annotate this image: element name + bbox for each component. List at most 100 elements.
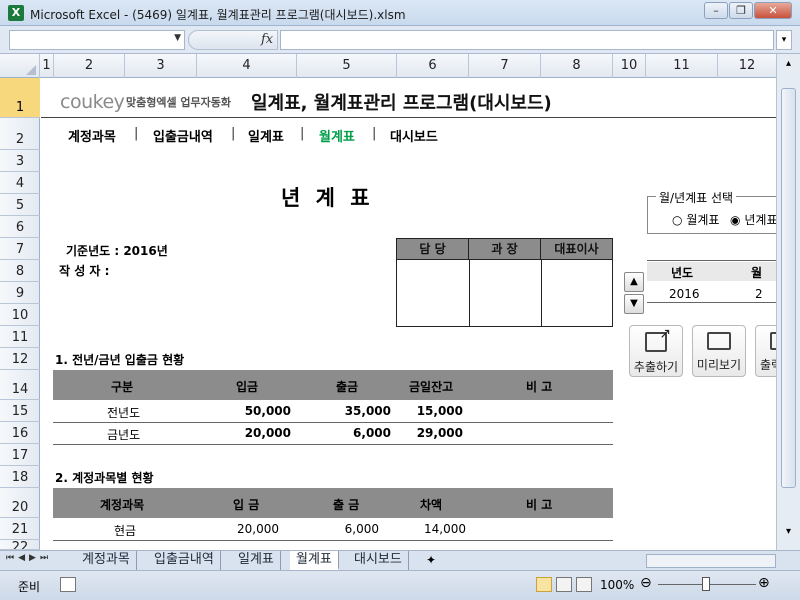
row-header[interactable]: 7 (0, 238, 40, 260)
column-header[interactable]: 1 (40, 54, 54, 78)
column-header[interactable]: 7 (469, 54, 541, 78)
zoom-level[interactable]: 100% (600, 578, 634, 592)
row-header[interactable]: 16 (0, 422, 40, 444)
table-cell[interactable]: 15,000 (403, 404, 463, 418)
table-cell[interactable]: 현금 (114, 522, 136, 539)
zoom-out-icon[interactable]: ⊖ (640, 575, 652, 591)
row-header[interactable]: 18 (0, 466, 40, 488)
vertical-scrollbar[interactable]: ▴ ▾ (776, 54, 800, 550)
row-header[interactable]: 20 (0, 488, 40, 518)
row-header[interactable]: 4 (0, 172, 40, 194)
insert-function-icon[interactable]: fx (261, 32, 273, 47)
zoom-slider-handle[interactable] (702, 577, 710, 591)
table-cell[interactable]: 14,000 (406, 522, 466, 536)
table-cell[interactable]: 35,000 (331, 404, 391, 418)
row-header[interactable]: 21 (0, 518, 40, 540)
insert-sheet-icon[interactable]: ✦ (426, 553, 436, 567)
normal-view-icon[interactable] (536, 577, 552, 592)
table-cell[interactable]: 50,000 (231, 404, 291, 418)
name-box[interactable]: ▼ (9, 30, 185, 50)
extract-button[interactable]: ↗ 추출하기 (629, 325, 683, 377)
table-cell[interactable]: 20,000 (219, 522, 279, 536)
expand-formula-icon[interactable]: ▾ (776, 30, 792, 50)
column-header[interactable]: 3 (125, 54, 197, 78)
row-header[interactable]: 15 (0, 400, 40, 422)
minimize-icon[interactable]: – (704, 2, 728, 19)
radio-empty-icon[interactable]: ○ (672, 213, 682, 227)
sheet-tab-monthly[interactable]: 월계표 (290, 551, 339, 570)
row-header[interactable]: 1 (0, 78, 40, 118)
worksheet[interactable]: coukey 맞춤형엑셀 업무자동화 일계표, 월계표관리 프로그램(대시보드)… (41, 78, 776, 550)
column-header[interactable]: 5 (297, 54, 397, 78)
nav-item-transactions[interactable]: 입출금내역 (153, 126, 213, 145)
section1-col: 비 고 (526, 380, 553, 394)
row-header[interactable]: 22 (0, 540, 40, 550)
nav-item-daily[interactable]: 일계표 (248, 126, 284, 145)
page-break-icon[interactable] (576, 577, 592, 592)
sheet-tab-transactions[interactable]: 입출금내역 (148, 551, 221, 570)
section1-col: 구분 (111, 380, 134, 394)
table-cell[interactable]: 20,000 (231, 426, 291, 440)
section2-col: 차액 (420, 498, 443, 512)
table-cell[interactable]: 29,000 (403, 426, 463, 440)
row-headers: 1 2 3 4 5 6 7 8 9 10 11 12 14 15 16 17 1… (0, 78, 40, 550)
radio-monthly[interactable]: ○ 월계표 (672, 211, 719, 228)
formula-input[interactable] (280, 30, 774, 50)
extract-label: 추출하기 (633, 360, 679, 374)
row-header[interactable]: 10 (0, 304, 40, 326)
page-layout-icon[interactable] (556, 577, 572, 592)
column-header[interactable]: 11 (646, 54, 718, 78)
table-cell[interactable]: 전년도 (107, 404, 140, 421)
row-header[interactable]: 6 (0, 216, 40, 238)
spin-up-icon[interactable]: ▲ (624, 272, 644, 292)
macro-record-icon[interactable] (60, 577, 76, 592)
sheet-tab-bar: ⏮◀▶⏭ 계정과목 입출금내역 일계표 월계표 대시보드 ✦ (0, 550, 800, 570)
row-header[interactable]: 3 (0, 150, 40, 172)
row-header[interactable]: 12 (0, 348, 40, 370)
radio-checked-icon[interactable]: ◉ (730, 213, 740, 227)
column-header[interactable]: 10 (613, 54, 646, 78)
table-cell[interactable]: 금년도 (107, 426, 140, 443)
chevron-down-icon[interactable]: ▼ (174, 33, 181, 43)
sheet-tab-daily[interactable]: 일계표 (232, 551, 281, 570)
column-header[interactable]: 6 (397, 54, 469, 78)
print-button[interactable]: 출력 (755, 325, 776, 377)
preview-button[interactable]: 미리보기 (692, 325, 746, 377)
report-title: 년 계 표 (281, 186, 374, 210)
section2-col: 계정과목 (100, 498, 145, 512)
row-header[interactable]: 11 (0, 326, 40, 348)
logo-tagline: 맞춤형엑셀 업무자동화 (126, 96, 232, 109)
nav-item-accounts[interactable]: 계정과목 (68, 126, 116, 145)
nav-item-dashboard[interactable]: 대시보드 (390, 126, 438, 145)
row-header[interactable]: 14 (0, 370, 40, 400)
column-header[interactable]: 4 (197, 54, 297, 78)
radio-yearly[interactable]: ◉ 년계표 (730, 211, 776, 228)
column-header[interactable]: 12 (718, 54, 776, 78)
close-icon[interactable]: ✕ (754, 2, 792, 19)
period-month-value[interactable]: 2 (755, 287, 763, 301)
excel-app-icon[interactable]: X (8, 5, 24, 21)
sheet-tab-dashboard[interactable]: 대시보드 (348, 551, 409, 570)
preview-label: 미리보기 (696, 358, 742, 372)
scroll-up-icon[interactable]: ▴ (781, 58, 796, 80)
scrollbar-thumb[interactable] (781, 88, 796, 488)
column-header[interactable]: 2 (54, 54, 125, 78)
column-header[interactable]: 8 (541, 54, 613, 78)
row-header[interactable]: 17 (0, 444, 40, 466)
scroll-down-icon[interactable]: ▾ (781, 526, 796, 546)
table-cell[interactable]: 6,000 (319, 522, 379, 536)
sheet-tab-accounts[interactable]: 계정과목 (76, 551, 137, 570)
tab-scroll-icons[interactable]: ⏮◀▶⏭ (6, 553, 52, 563)
period-year-value[interactable]: 2016 (669, 287, 700, 301)
table-cell[interactable]: 6,000 (331, 426, 391, 440)
select-all-corner[interactable] (0, 54, 40, 78)
row-header[interactable]: 2 (0, 118, 40, 150)
zoom-in-icon[interactable]: ⊕ (758, 575, 770, 591)
row-header[interactable]: 5 (0, 194, 40, 216)
row-header[interactable]: 9 (0, 282, 40, 304)
horizontal-scrollbar[interactable] (646, 554, 776, 568)
nav-item-monthly[interactable]: 월계표 (319, 126, 355, 145)
restore-icon[interactable]: ❐ (729, 2, 753, 19)
row-header[interactable]: 8 (0, 260, 40, 282)
spin-down-icon[interactable]: ▼ (624, 294, 644, 314)
